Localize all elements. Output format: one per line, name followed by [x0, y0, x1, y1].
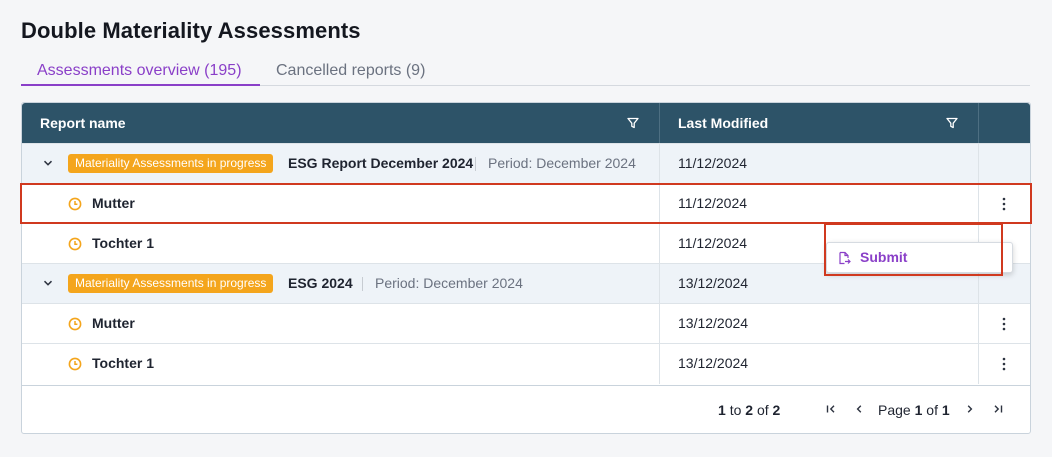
- status-badge: Materiality Assessments in progress: [68, 154, 274, 173]
- entity-name: Tochter 1: [92, 235, 154, 251]
- previous-page-icon[interactable]: [852, 402, 866, 416]
- table-row[interactable]: Mutter 13/12/2024: [22, 303, 1030, 344]
- column-divider: [978, 304, 979, 344]
- clock-icon: [68, 317, 82, 331]
- tab-cancelled-reports[interactable]: Cancelled reports (9): [276, 62, 425, 84]
- filter-icon[interactable]: [626, 116, 640, 130]
- column-divider: [659, 344, 660, 384]
- column-divider: [978, 344, 979, 384]
- column-divider: [978, 144, 979, 184]
- tab-assessments-overview[interactable]: Assessments overview (195): [21, 62, 259, 86]
- pagination-bar: 1 to 2 of 2 Page 1 of 1: [22, 385, 1030, 433]
- column-divider: [659, 264, 660, 304]
- report-name: ESG 2024: [288, 275, 353, 291]
- filter-icon[interactable]: [945, 116, 959, 130]
- last-page-icon[interactable]: [991, 402, 1005, 416]
- entity-name: Mutter: [92, 315, 135, 331]
- last-modified-date: 11/12/2024: [678, 195, 748, 211]
- column-divider: [978, 103, 979, 143]
- last-modified-date: 11/12/2024: [678, 235, 748, 251]
- table-row[interactable]: Mutter 11/12/2024: [22, 183, 1030, 224]
- page-indicator: Page 1 of 1: [878, 402, 950, 418]
- clock-icon: [68, 197, 82, 211]
- group-row[interactable]: Materiality Assessments in progress ESG …: [22, 143, 1030, 184]
- table-header: Report name Last Modified: [22, 103, 1030, 143]
- row-count: 1 to 2 of 2: [718, 402, 781, 418]
- first-page-icon[interactable]: [824, 402, 838, 416]
- last-modified-date: 11/12/2024: [678, 155, 748, 171]
- entity-name: Mutter: [92, 195, 135, 211]
- chevron-down-icon[interactable]: [42, 157, 54, 169]
- column-divider: [659, 103, 660, 143]
- entity-name: Tochter 1: [92, 355, 154, 371]
- submit-menu-item[interactable]: Submit: [860, 243, 907, 272]
- column-divider: [978, 184, 979, 224]
- clock-icon: [68, 357, 82, 371]
- row-context-menu: Submit: [826, 242, 1013, 273]
- column-header-report-name[interactable]: Report name: [40, 103, 126, 143]
- report-period: Period: December 2024: [488, 155, 636, 171]
- assessments-table: Report name Last Modified Materiality As…: [20, 102, 1032, 434]
- column-divider: [659, 304, 660, 344]
- more-options-icon[interactable]: [998, 315, 1010, 333]
- last-modified-date: 13/12/2024: [678, 355, 749, 371]
- page-title: Double Materiality Assessments: [21, 18, 361, 43]
- report-name: ESG Report December 2024: [288, 155, 474, 171]
- report-period: Period: December 2024: [375, 275, 523, 291]
- tab-bar: Assessments overview (195) Cancelled rep…: [21, 58, 1030, 86]
- divider: [475, 157, 476, 171]
- next-page-icon[interactable]: [963, 402, 977, 416]
- column-header-last-modified[interactable]: Last Modified: [678, 103, 768, 143]
- column-divider: [659, 144, 660, 184]
- table-row[interactable]: Tochter 1 13/12/2024: [22, 343, 1030, 385]
- column-divider: [659, 184, 660, 224]
- status-badge: Materiality Assessments in progress: [68, 274, 274, 293]
- clock-icon: [68, 237, 82, 251]
- submit-icon: [839, 251, 851, 265]
- last-modified-date: 13/12/2024: [678, 315, 749, 331]
- more-options-icon[interactable]: [998, 355, 1010, 373]
- chevron-down-icon[interactable]: [42, 277, 54, 289]
- more-options-icon[interactable]: [998, 195, 1010, 213]
- column-divider: [659, 224, 660, 264]
- divider: [362, 277, 363, 291]
- last-modified-date: 13/12/2024: [678, 275, 749, 291]
